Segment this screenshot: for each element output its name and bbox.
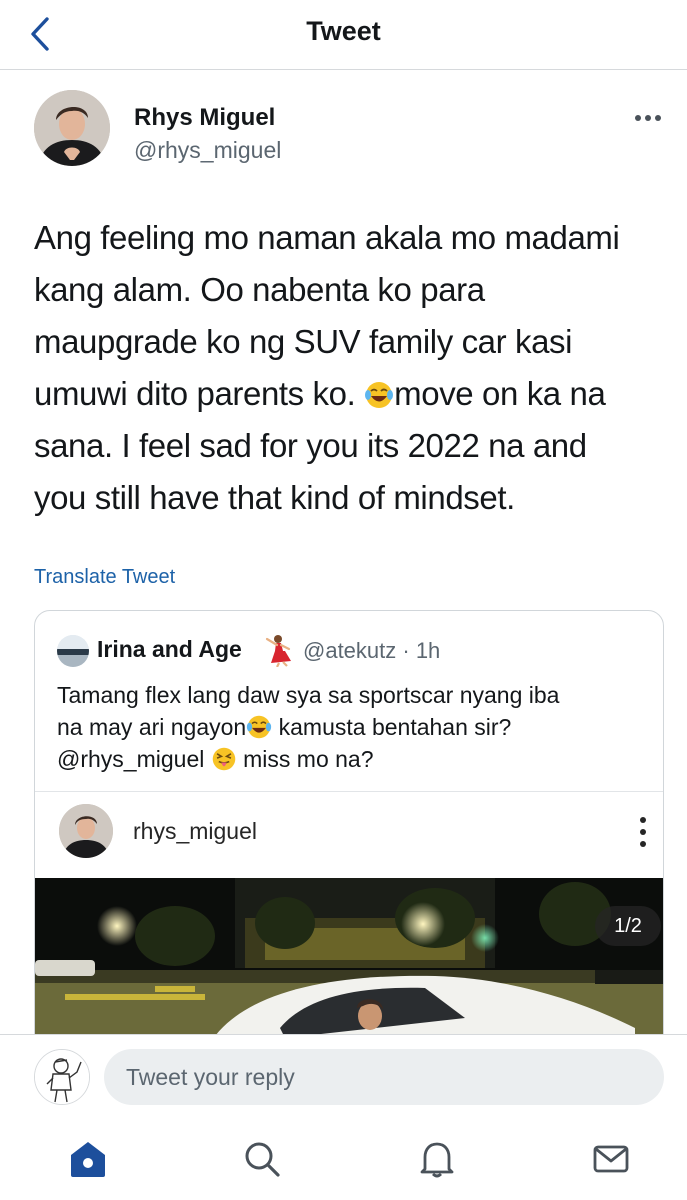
- tears-of-joy-emoji: [365, 382, 394, 408]
- bell-icon: [420, 1142, 454, 1178]
- tweet-line-segment: umuwi dito parents ko.: [34, 375, 356, 412]
- home-icon: [71, 1142, 105, 1177]
- squinting-tongue-emoji: [212, 747, 236, 771]
- tweet-line: sana. I feel sad for you its 2022 na and: [34, 427, 587, 464]
- quoted-line-segment: miss mo na?: [236, 746, 374, 772]
- tweet-line: maupgrade ko ng SUV family car kasi: [34, 323, 573, 360]
- search-icon: [245, 1142, 280, 1177]
- more-vertical-icon: [640, 817, 646, 847]
- quoted-mention[interactable]: @rhys_miguel: [57, 746, 204, 772]
- quoted-author-avatar[interactable]: [57, 635, 89, 667]
- quoted-tweet-text: Tamang flex lang daw sya sa sportscar ny…: [57, 679, 647, 775]
- instagram-username[interactable]: rhys_miguel: [133, 818, 257, 845]
- bottom-tab-bar: [0, 1118, 687, 1200]
- quoted-author-handle-time: @atekutz · 1h: [303, 638, 441, 663]
- quoted-line: na may ari ngayon kamusta bentahan sir?: [57, 711, 647, 743]
- page-title: Tweet: [306, 16, 381, 46]
- quoted-author-name[interactable]: Irina and Age: [97, 636, 242, 663]
- current-user-avatar[interactable]: [34, 1049, 90, 1105]
- quoted-line: @rhys_miguel miss mo na?: [57, 743, 647, 775]
- tweet-line: you still have that kind of mindset.: [34, 479, 515, 516]
- tab-notifications[interactable]: [412, 1136, 462, 1182]
- reply-composer: Tweet your reply: [0, 1034, 687, 1118]
- instagram-photo[interactable]: 1/2: [35, 878, 663, 1049]
- instagram-embed[interactable]: rhys_miguel 1/2: [35, 791, 663, 1049]
- quoted-tweet-card[interactable]: Irina and Age @atekutz · 1h Tamang flex …: [34, 610, 664, 1050]
- more-horizontal-icon: [635, 115, 661, 121]
- quoted-line-segment: na may ari ngayon: [57, 714, 247, 740]
- tab-home[interactable]: [63, 1136, 113, 1182]
- author-avatar-image: [34, 90, 110, 166]
- tweet-line: Ang feeling mo naman akala mo madami: [34, 219, 620, 256]
- mail-icon: [593, 1145, 629, 1173]
- instagram-avatar-image: [59, 804, 113, 858]
- tweet-more-button[interactable]: [630, 104, 666, 132]
- tweet-line: umuwi dito parents ko. move on ka na: [34, 368, 654, 420]
- tears-of-joy-emoji: [247, 715, 272, 739]
- quoted-line: Tamang flex lang daw sya sa sportscar ny…: [57, 682, 560, 708]
- author-avatar[interactable]: [34, 90, 110, 166]
- tweet-line-segment: move on ka na: [394, 375, 606, 412]
- author-name[interactable]: Rhys Miguel: [134, 104, 275, 132]
- photo-counter-badge: 1/2: [595, 906, 661, 946]
- translate-tweet-link[interactable]: Translate Tweet: [34, 566, 175, 589]
- reply-input[interactable]: Tweet your reply: [104, 1049, 664, 1105]
- instagram-avatar[interactable]: [59, 804, 113, 858]
- current-user-avatar-image: [35, 1050, 89, 1104]
- quoted-avatar-image: [57, 635, 89, 667]
- dancer-emoji: [265, 635, 291, 667]
- quoted-line-segment: kamusta bentahan sir?: [272, 714, 512, 740]
- tab-search[interactable]: [237, 1136, 287, 1182]
- tweet-line: kang alam. Oo nabenta ko para: [34, 271, 485, 308]
- tab-messages[interactable]: [586, 1136, 636, 1182]
- author-handle[interactable]: @rhys_miguel: [134, 137, 281, 164]
- top-nav-bar: Tweet: [0, 0, 687, 70]
- instagram-more-button[interactable]: [631, 814, 655, 850]
- night-street-car-photo: [35, 878, 663, 1049]
- tweet-text: Ang feeling mo naman akala mo madami kan…: [34, 212, 654, 524]
